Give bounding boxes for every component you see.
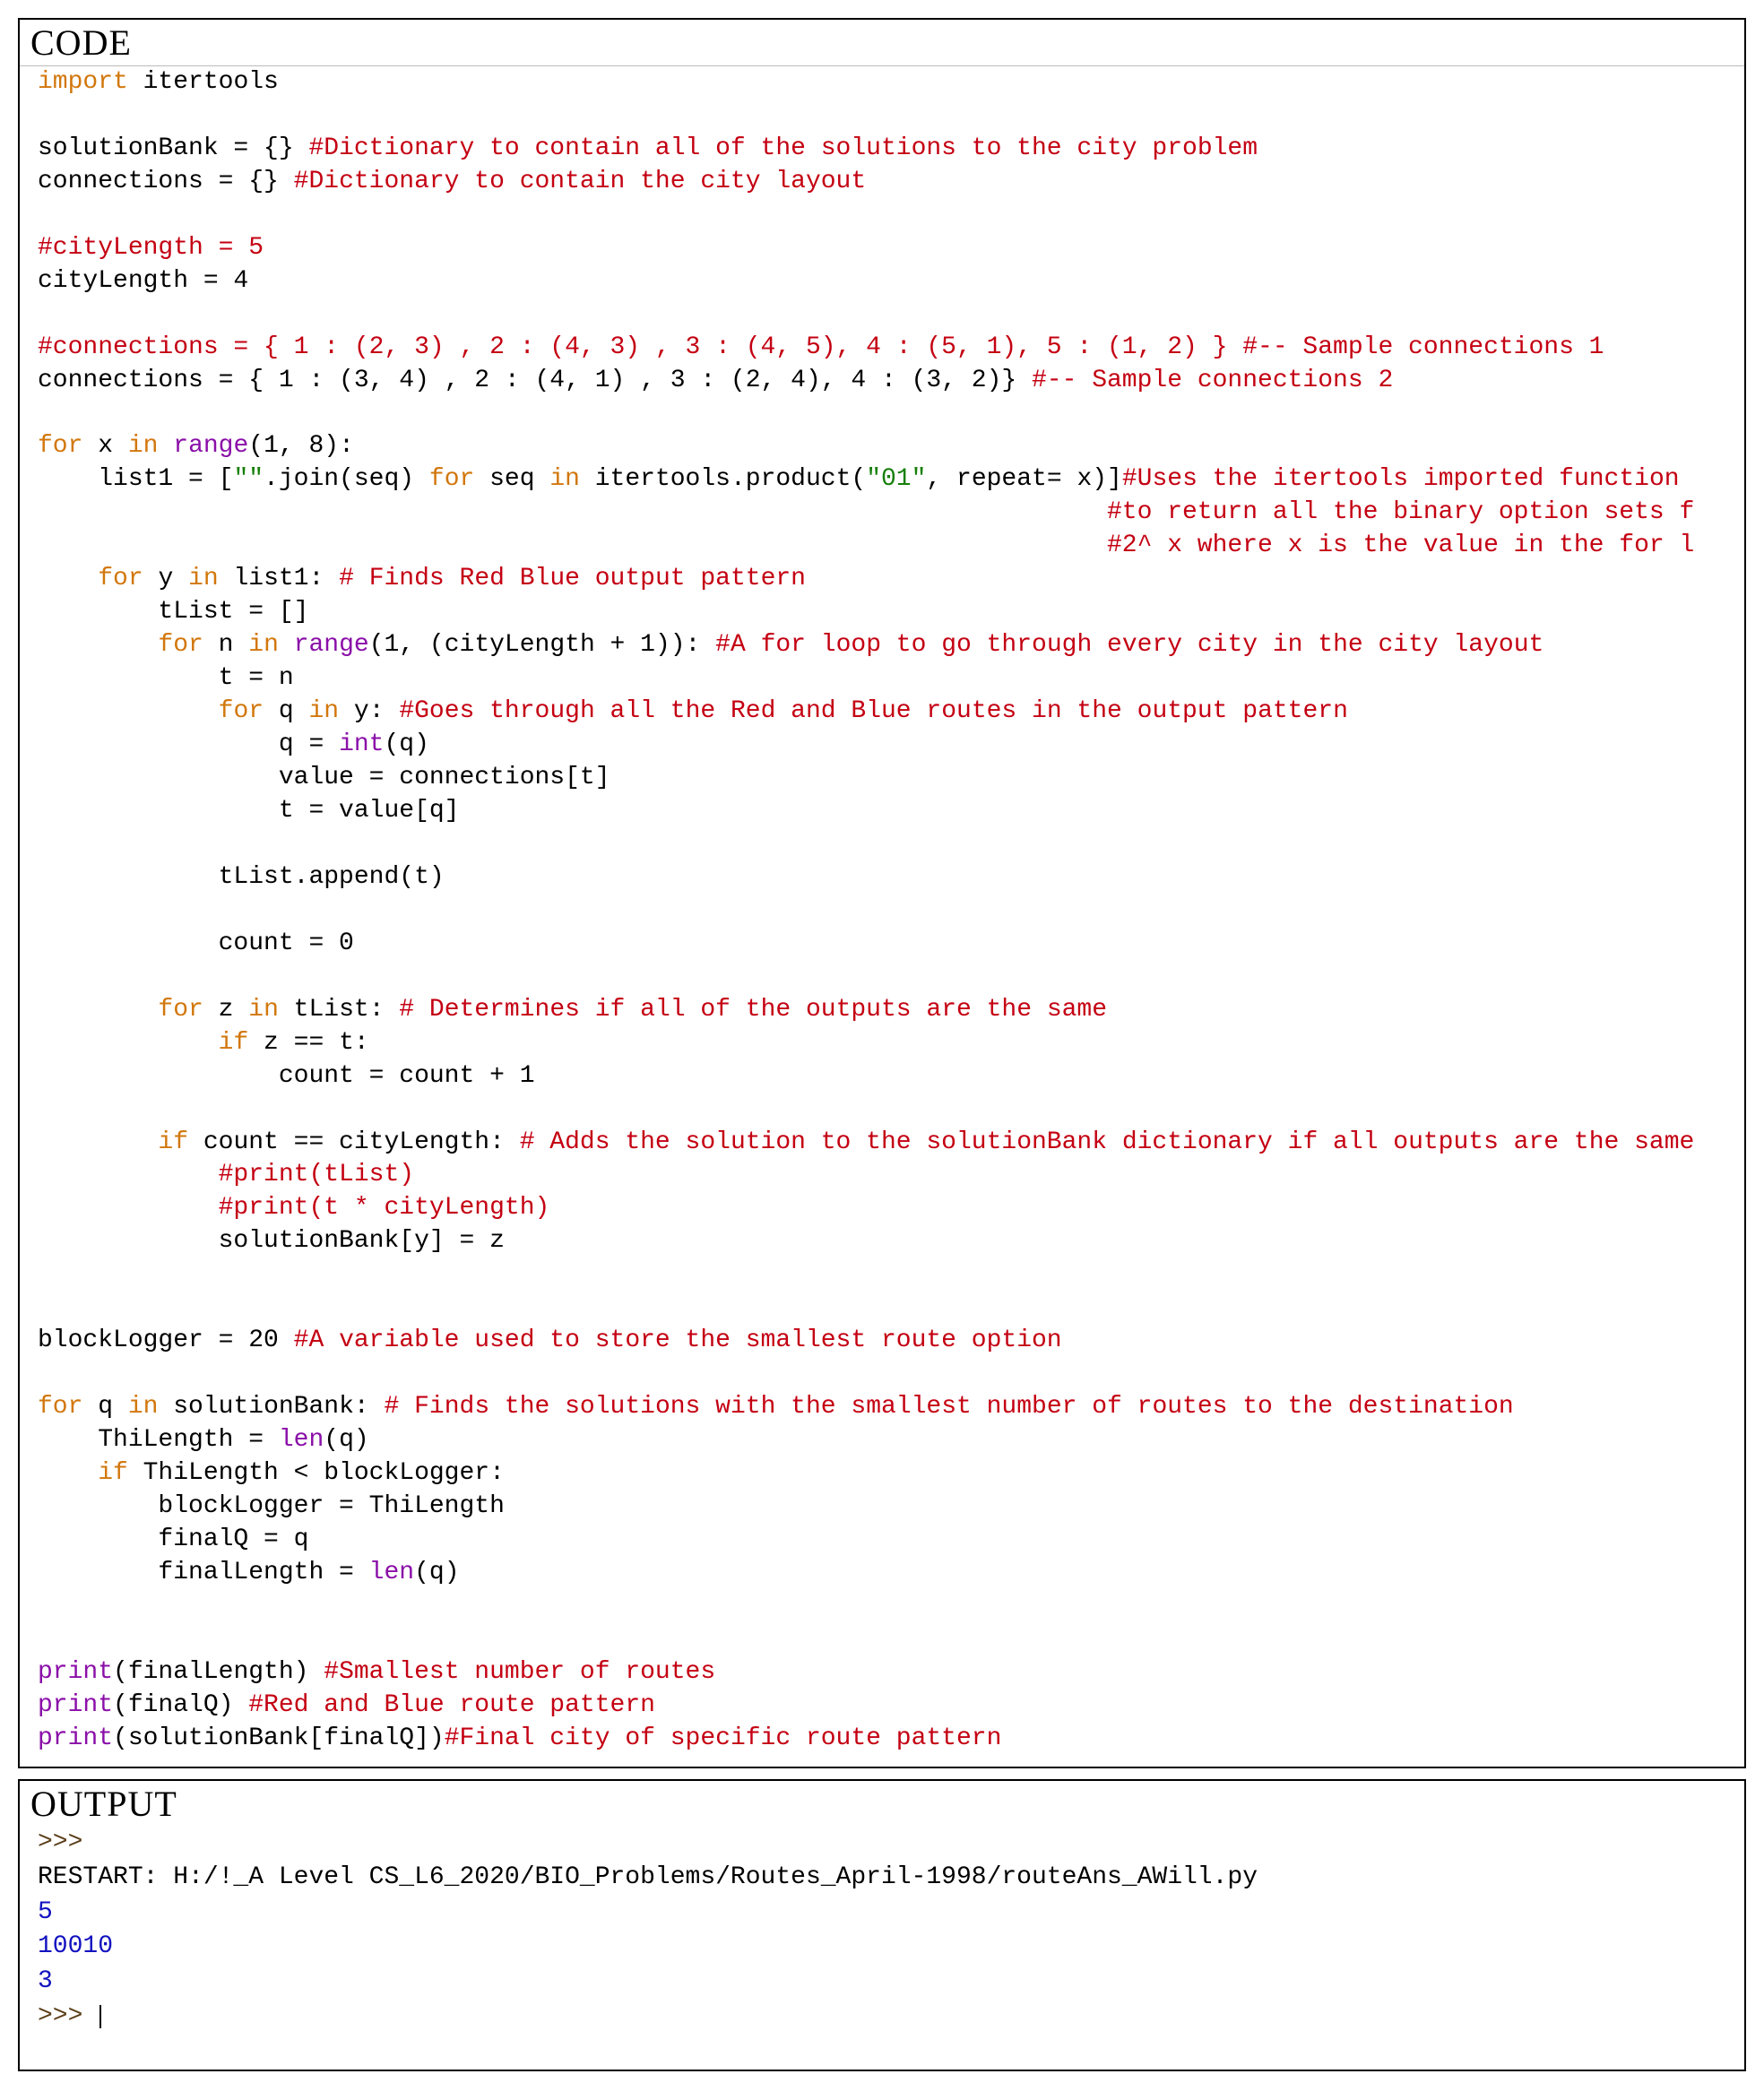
code-panel: CODE import itertools solutionBank = {} … (18, 18, 1746, 1768)
output-panel-title: OUTPUT (20, 1781, 1744, 1825)
shell-prompt: >>> (38, 1828, 82, 1856)
output-value-3: 3 (38, 1967, 53, 1995)
code-panel-title: CODE (20, 20, 1744, 64)
output-value-2: 10010 (38, 1932, 113, 1960)
cursor-icon (99, 2005, 101, 2028)
output-area: >>> RESTART: H:/!_A Level CS_L6_2020/BIO… (20, 1825, 1744, 2070)
code-area: import itertools solutionBank = {} #Dict… (20, 65, 1744, 1767)
output-value-1: 5 (38, 1898, 53, 1926)
shell-prompt-2[interactable]: >>> (38, 2002, 98, 2030)
restart-line: RESTART: H:/!_A Level CS_L6_2020/BIO_Pro… (38, 1863, 1258, 1891)
output-panel: OUTPUT >>> RESTART: H:/!_A Level CS_L6_2… (18, 1779, 1746, 2072)
source-code: import itertools solutionBank = {} #Dict… (38, 66, 1734, 1756)
